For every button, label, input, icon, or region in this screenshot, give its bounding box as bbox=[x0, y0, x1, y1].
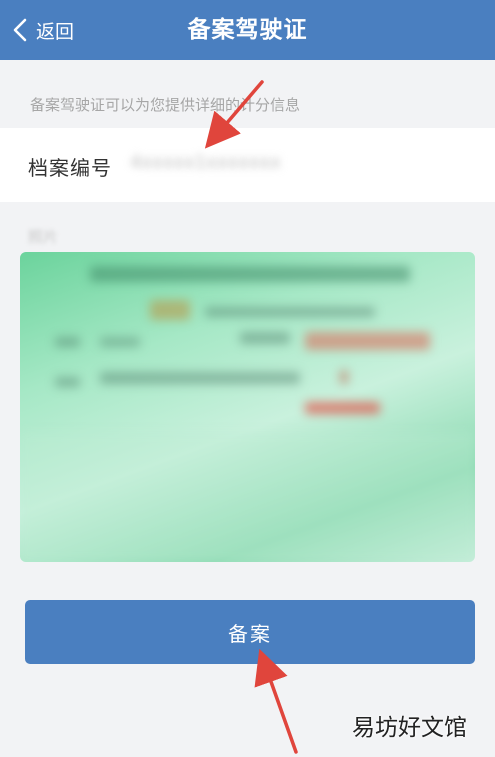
arrow-to-submit-button bbox=[254, 648, 298, 754]
archive-number-value[interactable]: 4xxxxx1xxxxxxx bbox=[130, 152, 281, 173]
license-photo[interactable] bbox=[20, 252, 475, 562]
header-bar: 返回 备案驾驶证 bbox=[0, 0, 495, 60]
back-button[interactable]: 返回 bbox=[10, 12, 74, 48]
archive-number-label: 档案编号 bbox=[28, 156, 112, 180]
license-blurred-content bbox=[20, 252, 475, 562]
archive-number-row[interactable]: 档案编号 4xxxxx1xxxxxxx bbox=[0, 128, 495, 202]
photo-label: 照片 bbox=[28, 228, 59, 246]
page-title: 备案驾驶证 bbox=[187, 17, 308, 43]
hint-text: 备案驾驶证可以为您提供详细的计分信息 bbox=[30, 96, 301, 114]
chevron-left-icon bbox=[13, 18, 27, 42]
watermark: 易坊好文馆 bbox=[352, 715, 467, 741]
back-label: 返回 bbox=[36, 20, 75, 43]
submit-button[interactable]: 备案 bbox=[25, 600, 475, 664]
